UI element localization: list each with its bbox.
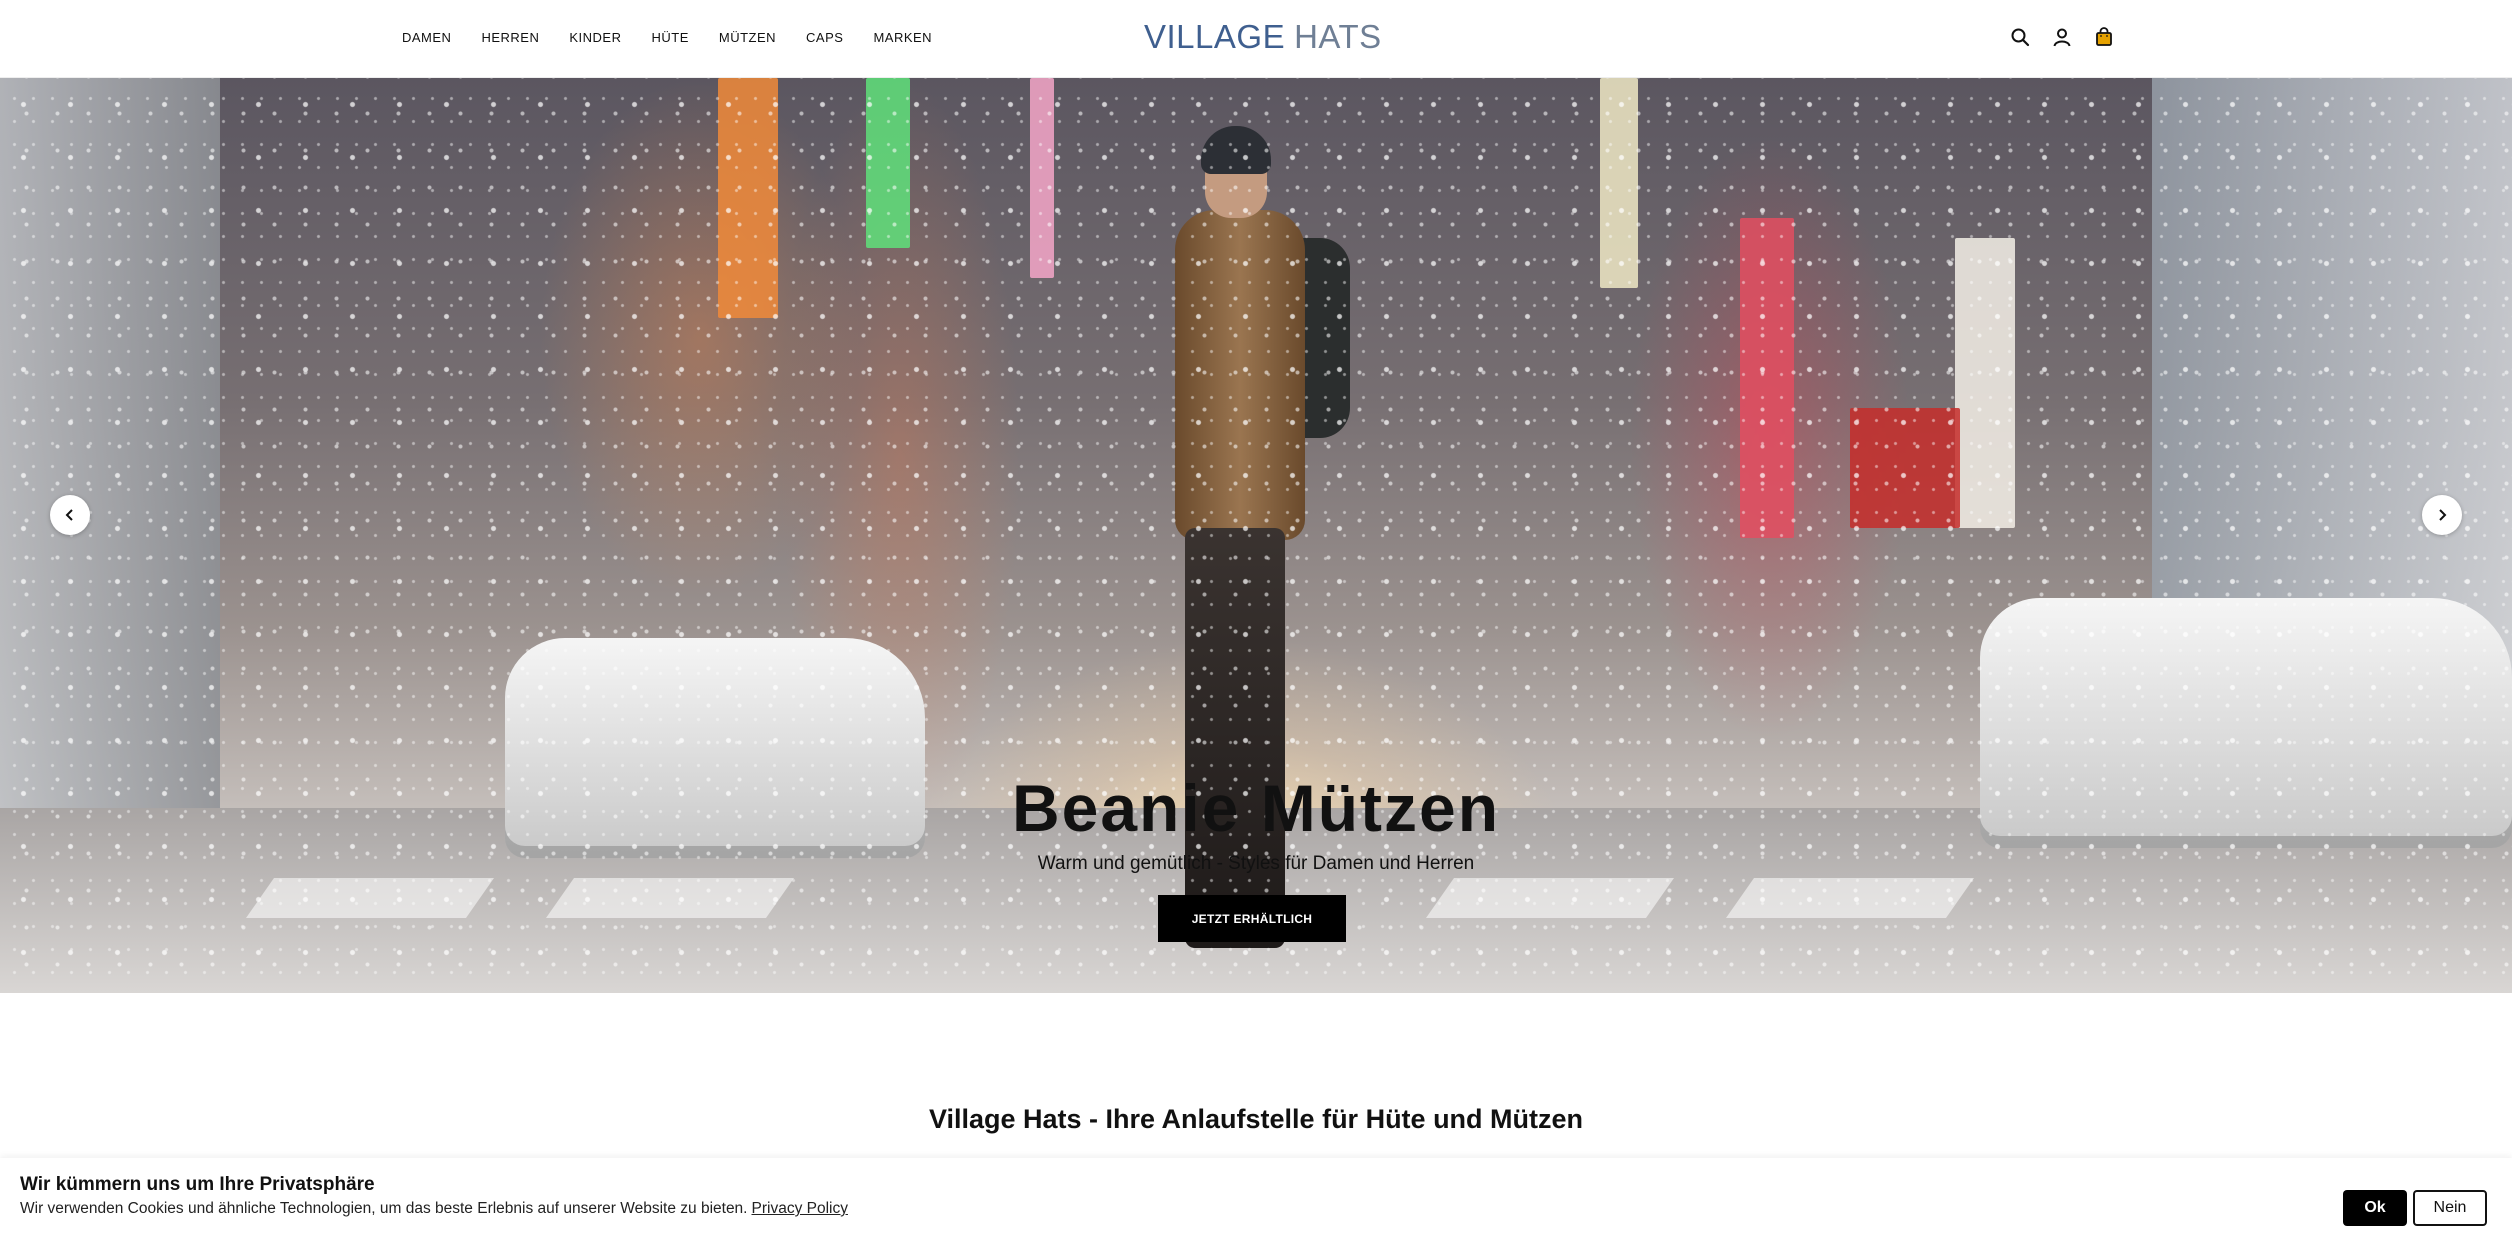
nav-item-herren[interactable]: HERREN	[481, 30, 539, 45]
hero-cta-button[interactable]: JETZT ERHÄLTLICH	[1158, 895, 1346, 942]
hero-subtitle: Warm und gemütlich - Styles für Damen un…	[1037, 853, 1475, 874]
nav-item-muetzen[interactable]: MÜTZEN	[719, 30, 776, 45]
logo-hats: HATS	[1294, 18, 1382, 55]
privacy-policy-link[interactable]: Privacy Policy	[752, 1200, 848, 1217]
cookie-title: Wir kümmern uns um Ihre Privatsphäre	[20, 1174, 375, 1195]
nav-item-marken[interactable]: MARKEN	[873, 30, 932, 45]
cookie-text: Wir verwenden Cookies und ähnliche Techn…	[20, 1200, 848, 1218]
chevron-left-icon	[65, 509, 73, 521]
cart-icon[interactable]	[2091, 24, 2117, 50]
cookie-banner: Wir kümmern uns um Ihre Privatsphäre Wir…	[0, 1158, 2512, 1247]
carousel-next-button[interactable]	[2422, 495, 2462, 535]
logo-village: VILLAGE	[1144, 18, 1286, 55]
cookie-accept-button[interactable]: Ok	[2343, 1190, 2407, 1226]
nav-item-caps[interactable]: CAPS	[806, 30, 843, 45]
hero-title: Beanie Mützen	[1011, 771, 1501, 845]
site-header: DAMEN HERREN KINDER HÜTE MÜTZEN CAPS MAR…	[0, 0, 2512, 78]
nav-item-huete[interactable]: HÜTE	[651, 30, 688, 45]
search-icon[interactable]	[2007, 24, 2033, 50]
site-logo[interactable]: VILLAGE HATS	[1144, 16, 1381, 58]
header-icons	[2007, 22, 2117, 52]
cookie-message: Wir verwenden Cookies und ähnliche Techn…	[20, 1200, 748, 1217]
account-icon[interactable]	[2049, 24, 2075, 50]
main-nav: DAMEN HERREN KINDER HÜTE MÜTZEN CAPS MAR…	[402, 0, 962, 74]
cookie-decline-button[interactable]: Nein	[2413, 1190, 2487, 1226]
chevron-right-icon	[2439, 509, 2447, 521]
nav-item-kinder[interactable]: KINDER	[569, 30, 621, 45]
intro-heading: Village Hats - Ihre Anlaufstelle für Hüt…	[928, 1104, 1584, 1134]
carousel-prev-button[interactable]	[50, 495, 90, 535]
nav-item-damen[interactable]: DAMEN	[402, 30, 451, 45]
